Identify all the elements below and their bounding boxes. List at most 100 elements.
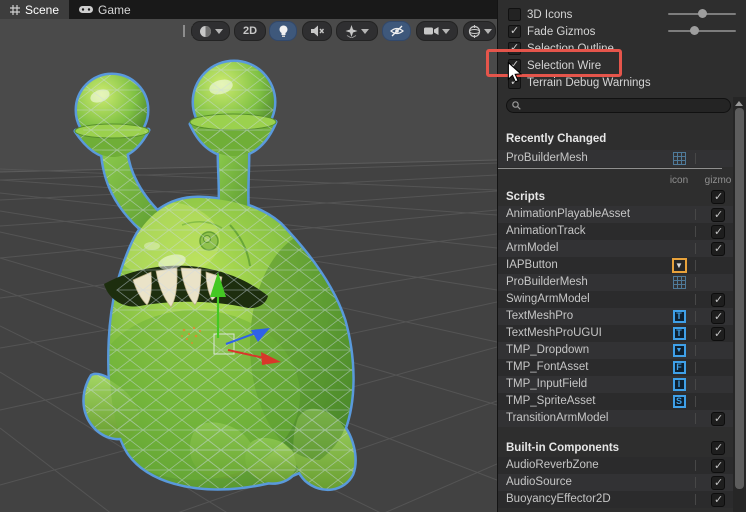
hidden-objects-button[interactable] [382,21,411,41]
column-divider [695,328,696,339]
probuilder-grid-icon[interactable] [670,151,688,166]
scroll-up-icon[interactable] [735,101,743,106]
chevron-down-icon [442,28,450,34]
checkbox-fade-gizmos[interactable] [508,24,521,38]
row-label: AnimationPlayableAsset [506,208,631,220]
sparkle-layers-icon [345,24,358,38]
gizmo-checkbox[interactable] [711,476,725,490]
row-label: TMP_InputField [506,378,588,390]
gizmo-row[interactable]: AnimationTrack [498,223,734,240]
scene-viewport[interactable] [0,0,497,512]
column-divider [695,379,696,390]
gizmo-row[interactable]: ArmModel [498,240,734,257]
row-label: TMP_SpriteAsset [506,395,596,407]
gizmos-dropdown-button[interactable] [463,21,496,41]
slider-fade-gizmos[interactable] [668,26,736,35]
gizmo-column-header: gizmo [704,175,732,186]
checkbox-3d-icons[interactable] [508,8,521,21]
scripts-title: Scripts [506,191,545,203]
recently-changed-row[interactable]: ProBuilderMesh [498,150,734,167]
2d-toggle-button[interactable]: 2D [234,21,266,41]
scrollbar-thumb[interactable] [735,108,744,489]
row-label: TMP_FontAsset [506,361,589,373]
column-divider [695,460,696,471]
gizmo-row[interactable]: AudioReverbZone [498,457,734,474]
gizmo-row[interactable]: TMP_FontAsset F [498,359,734,376]
slider-track [668,30,736,32]
column-divider [695,243,696,254]
gizmo-checkbox[interactable] [711,242,725,256]
gizmo-checkbox[interactable] [711,293,725,307]
row-label: TransitionArmModel [506,412,609,424]
shading-mode-button[interactable] [191,21,230,41]
2d-label: 2D [242,25,258,37]
chevron-down-icon [214,28,223,34]
tmp-dropdown-icon[interactable]: ▼ [670,343,688,358]
gizmo-row[interactable]: TMP_InputField I [498,376,734,393]
gizmo-row[interactable]: BuoyancyEffector2D [498,491,734,508]
scripts-gizmo-toggle-all[interactable] [711,190,725,204]
tmp-fontasset-icon[interactable]: F [670,360,688,375]
gizmo-row[interactable]: TMP_Dropdown ▼ [498,342,734,359]
gizmo-row[interactable]: TMP_SpriteAsset S [498,393,734,410]
column-divider [695,153,696,164]
column-divider [695,362,696,373]
gizmo-checkbox[interactable] [711,310,725,324]
textmeshpro-icon[interactable]: T [670,309,688,324]
effects-button[interactable] [336,21,378,41]
gizmo-row[interactable]: AnimationPlayableAsset [498,206,734,223]
gizmo-row[interactable]: SwingArmModel [498,291,734,308]
gizmo-checkbox[interactable] [711,208,725,222]
builtin-gizmo-toggle-all[interactable] [711,441,725,455]
panel-scrollbar[interactable] [733,97,746,512]
tab-game[interactable]: Game [69,0,141,19]
gizmo-row[interactable]: IAPButton ▼ [498,257,734,274]
view-tab-bar: Scene Game [0,0,497,19]
tab-scene[interactable]: Scene [0,0,70,19]
row-label: ProBuilderMesh [506,152,588,164]
gizmo-row[interactable]: AudioSource [498,474,734,491]
slider-knob[interactable] [690,26,699,35]
column-divider [695,209,696,220]
gizmo-row[interactable]: TextMeshPro T [498,308,734,325]
gizmo-checkbox[interactable] [711,327,725,341]
iap-icon[interactable]: ▼ [670,258,688,273]
option-label: Fade Gizmos [527,25,596,38]
probuilder-grid-icon[interactable] [670,275,688,290]
row-label: TMP_Dropdown [506,344,590,356]
column-divider [695,277,696,288]
search-input[interactable] [521,99,730,112]
gizmo-checkbox[interactable] [711,412,725,426]
slider-3d-icons[interactable] [668,9,736,18]
gizmo-checkbox[interactable] [711,459,725,473]
speaker-muted-icon [310,25,324,37]
textmeshpro-icon[interactable]: T [670,326,688,341]
search-icon [512,101,521,110]
tmp-inputfield-icon[interactable]: I [670,377,688,392]
tab-scene-label: Scene [25,2,60,17]
gizmo-row[interactable]: TransitionArmModel [498,410,734,427]
column-divider [695,413,696,424]
slider-knob[interactable] [698,9,707,18]
gizmo-checkbox[interactable] [711,493,725,507]
scene-view: Scene Game 2D [0,0,497,512]
scene-grid-icon [10,4,20,15]
tmp-spriteasset-icon[interactable]: S [670,394,688,409]
gizmo-row[interactable]: TextMeshProUGUI T [498,325,734,342]
scene-lighting-button[interactable] [269,21,297,41]
chevron-down-icon [361,28,369,34]
row-label: ProBuilderMesh [506,276,588,288]
gizmo-search[interactable] [506,98,731,113]
row-label: BuoyancyEffector2D [506,493,611,505]
column-divider [695,226,696,237]
mouse-cursor [507,62,523,83]
camera-overlay-button[interactable] [416,21,458,41]
row-label: SwingArmModel [506,293,590,305]
gamepad-icon [79,6,94,13]
gizmo-checkbox[interactable] [711,225,725,239]
column-divider [695,345,696,356]
gizmo-row[interactable]: ProBuilderMesh [498,274,734,291]
unity-editor: Scene Game 2D 3D Icons ✓ Fade Gizmos ✓ S… [0,0,746,512]
option-label: 3D Icons [527,8,573,21]
scene-audio-button[interactable] [302,21,332,41]
